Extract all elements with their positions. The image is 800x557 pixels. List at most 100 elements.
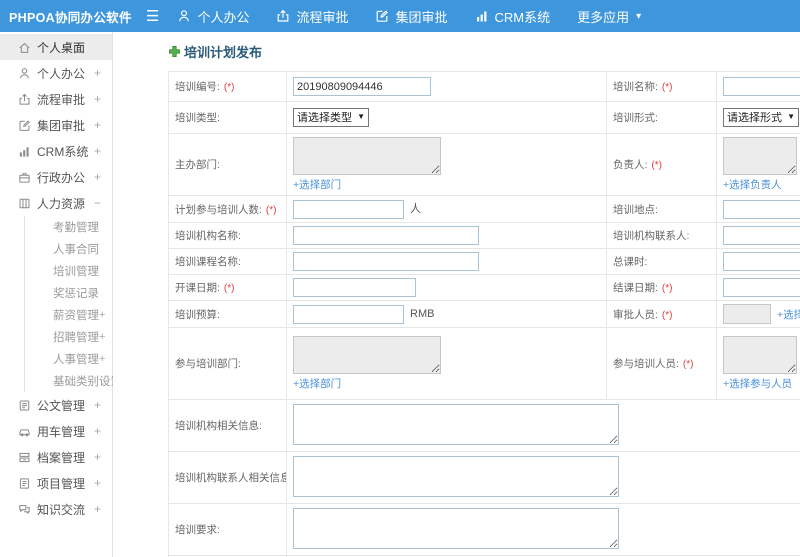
expand-icon[interactable]: +: [94, 477, 101, 489]
training-form-table: 培训编号:(*) 培训名称:(*) 培训类型: 请选择类型▼ 培训形式: 请选择…: [168, 71, 800, 557]
sidebar-item-personal-office[interactable]: 个人办公 +: [0, 60, 112, 86]
field-label: 培训名称: (*): [606, 71, 717, 102]
expand-icon[interactable]: +: [94, 93, 101, 105]
caret-down-icon: ▾: [636, 10, 642, 22]
training-no-input[interactable]: [293, 77, 431, 96]
sidebar-item-vehicle-mgmt[interactable]: 用车管理 +: [0, 418, 112, 444]
sidebar-item-training-mgmt[interactable]: 培训管理: [25, 260, 112, 282]
sidebar-item-flow-approval[interactable]: 流程审批 +: [0, 86, 112, 112]
select-participants-link[interactable]: +选择参与人员: [723, 376, 792, 391]
plan-count-input[interactable]: [293, 199, 404, 219]
expand-icon[interactable]: +: [94, 171, 101, 183]
field-label: 培训机构联系人相关信息:: [168, 451, 287, 504]
field-label: 培训机构联系人:: [606, 222, 717, 249]
edit-icon: [19, 119, 30, 131]
field-label: 开课日期: (*): [168, 274, 287, 301]
host-dept-textarea[interactable]: [293, 137, 441, 175]
page-title: 培训计划发布: [168, 42, 800, 61]
expand-icon[interactable]: +: [94, 67, 101, 79]
home-icon: [19, 42, 30, 53]
expand-icon[interactable]: +: [94, 399, 101, 411]
nav-label: 流程审批: [296, 9, 349, 25]
sidebar-item-salary-mgmt[interactable]: 薪资管理 +: [25, 304, 112, 326]
nav-personal-office[interactable]: 个人办公: [177, 7, 249, 26]
expand-icon[interactable]: +: [99, 309, 105, 321]
nav-group-approval[interactable]: 集团审批: [375, 7, 448, 26]
expand-icon[interactable]: +: [99, 353, 105, 365]
plus-icon: [169, 46, 180, 57]
join-dept-textarea[interactable]: [293, 336, 441, 374]
sidebar-item-knowledge[interactable]: 知识交流 +: [0, 496, 112, 522]
collapse-icon[interactable]: −: [94, 197, 101, 209]
sidebar-item-hr[interactable]: 人力资源 −: [0, 190, 112, 216]
required-mark: (*): [223, 82, 235, 93]
sidebar-item-recruit-mgmt[interactable]: 招聘管理 +: [25, 326, 112, 348]
select-dept-link[interactable]: +选择部门: [293, 376, 341, 391]
total-hours-input[interactable]: [723, 252, 800, 271]
field-label: 审批人员: (*): [606, 300, 717, 328]
user-icon: [179, 10, 190, 22]
expand-icon[interactable]: +: [94, 119, 101, 131]
sidebar-item-reward-record[interactable]: 奖惩记录: [25, 282, 112, 304]
field-label: 培训地点:: [606, 195, 717, 223]
app-logo: PHPOA协同办公软件: [9, 10, 132, 25]
select-dept-link[interactable]: +选择部门: [293, 177, 341, 192]
requirement-textarea[interactable]: [293, 507, 619, 549]
training-type-select[interactable]: 请选择类型: [293, 108, 369, 127]
user-icon: [19, 67, 30, 78]
nav-label: 个人办公: [197, 9, 250, 25]
field-label: 培训形式:: [606, 101, 717, 134]
sidebar-item-base-category[interactable]: 基础类别设置+: [25, 370, 128, 392]
unit-rmb: RMB: [410, 307, 435, 320]
sidebar-item-personnel-mgmt[interactable]: 人事管理 +: [25, 348, 112, 370]
start-date-input[interactable]: [293, 278, 416, 297]
training-mode-select[interactable]: 请选择形式: [723, 108, 799, 127]
course-name-input[interactable]: [293, 252, 479, 271]
briefcase-icon: [19, 172, 30, 183]
sidebar-item-group-approval[interactable]: 集团审批 +: [0, 112, 112, 138]
place-input[interactable]: [723, 199, 800, 219]
field-label: 培训课程名称:: [168, 248, 287, 275]
org-name-input[interactable]: [293, 226, 479, 245]
sidebar-item-hr-contract[interactable]: 人事合同: [25, 238, 112, 260]
field-label: 培训要求:: [168, 503, 287, 556]
expand-icon[interactable]: +: [94, 425, 101, 437]
org-contact-input[interactable]: [723, 226, 800, 245]
field-label: 计划参与培训人数: (*): [168, 195, 287, 223]
field-label: 结课日期: (*): [606, 274, 717, 301]
expand-icon[interactable]: +: [94, 503, 101, 515]
expand-icon[interactable]: +: [99, 331, 105, 343]
sidebar-item-project-mgmt[interactable]: 项目管理 +: [0, 470, 112, 496]
sidebar-item-attendance[interactable]: 考勤管理: [25, 216, 112, 238]
sidebar-item-crm[interactable]: CRM系统 +: [0, 138, 112, 164]
field-label: 参与培训人员: (*): [606, 327, 717, 400]
top-nav: 个人办公 流程审批 集团审批 CRM系统 更多应用 ▾: [177, 7, 668, 26]
select-approver-link[interactable]: +选择审批人员: [777, 309, 800, 321]
hamburger-icon[interactable]: ☰: [146, 9, 159, 24]
required-mark: (*): [682, 359, 694, 370]
flow-icon: [278, 9, 289, 22]
expand-icon[interactable]: +: [94, 145, 101, 157]
sidebar-item-archive-mgmt[interactable]: 档案管理 +: [0, 444, 112, 470]
field-label: 参与培训部门:: [168, 327, 287, 400]
sidebar-item-document-mgmt[interactable]: 公文管理 +: [0, 392, 112, 418]
required-mark: (*): [651, 160, 662, 171]
end-date-input[interactable]: [723, 278, 800, 297]
leader-textarea[interactable]: [723, 137, 797, 175]
field-label: 培训机构相关信息:: [168, 399, 287, 452]
contact-info-textarea[interactable]: [293, 455, 619, 497]
approver-input[interactable]: [723, 304, 771, 324]
sidebar-item-admin-office[interactable]: 行政办公 +: [0, 164, 112, 190]
select-leader-link[interactable]: +选择负责人: [723, 177, 782, 192]
nav-more-apps[interactable]: 更多应用 ▾: [577, 7, 641, 26]
required-mark: (*): [265, 204, 277, 216]
org-info-textarea[interactable]: [293, 403, 619, 445]
sidebar-item-personal-desktop[interactable]: 个人桌面: [0, 34, 112, 60]
expand-icon[interactable]: +: [94, 451, 101, 463]
nav-crm-system[interactable]: CRM系统: [475, 7, 550, 26]
budget-input[interactable]: [293, 304, 404, 324]
join-people-textarea[interactable]: [723, 336, 797, 374]
nav-flow-approval[interactable]: 流程审批: [276, 7, 348, 26]
training-name-input[interactable]: [723, 77, 800, 96]
project-icon: [19, 477, 30, 489]
